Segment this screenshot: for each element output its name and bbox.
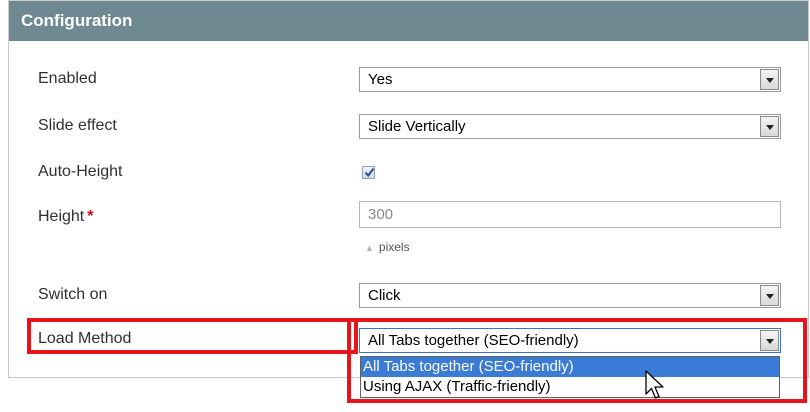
chevron-down-icon[interactable]	[760, 330, 779, 351]
switch-on-select-value: Click	[368, 287, 401, 304]
height-label-text: Height	[38, 208, 85, 225]
slide-effect-select[interactable]: Slide Vertically	[359, 114, 781, 139]
enabled-select-value: Yes	[368, 71, 393, 88]
chevron-down-icon[interactable]	[760, 69, 779, 90]
slide-effect-select-value: Slide Vertically	[368, 118, 466, 135]
load-method-select[interactable]: All Tabs together (SEO-friendly)	[359, 328, 781, 353]
height-note: ▲ pixels	[365, 240, 410, 254]
configuration-panel: Configuration	[8, 0, 809, 378]
height-label: Height *	[38, 208, 93, 226]
height-input[interactable]: 300	[359, 201, 781, 228]
load-method-select-value: All Tabs together (SEO-friendly)	[368, 332, 579, 349]
load-method-label: Load Method	[38, 330, 132, 347]
enabled-label: Enabled	[38, 70, 97, 87]
height-note-text: pixels	[378, 240, 410, 254]
chevron-down-icon[interactable]	[760, 116, 779, 137]
auto-height-label: Auto-Height	[38, 163, 123, 180]
checkmark-icon	[364, 167, 375, 178]
mouse-pointer-icon	[645, 370, 664, 399]
required-mark: *	[87, 208, 94, 225]
switch-on-label: Switch on	[38, 286, 108, 303]
slide-effect-label: Slide effect	[38, 117, 117, 134]
auto-height-checkbox[interactable]	[362, 166, 375, 179]
enabled-select[interactable]: Yes	[359, 67, 781, 92]
note-triangle-icon: ▲	[365, 243, 374, 253]
load-method-dropdown: All Tabs together (SEO-friendly) Using A…	[360, 356, 780, 398]
load-method-option-all-tabs[interactable]: All Tabs together (SEO-friendly)	[361, 357, 779, 377]
switch-on-select[interactable]: Click	[359, 283, 781, 308]
panel-title: Configuration	[9, 1, 808, 41]
load-method-option-ajax[interactable]: Using AJAX (Traffic-friendly)	[361, 377, 779, 397]
chevron-down-icon[interactable]	[760, 285, 779, 306]
